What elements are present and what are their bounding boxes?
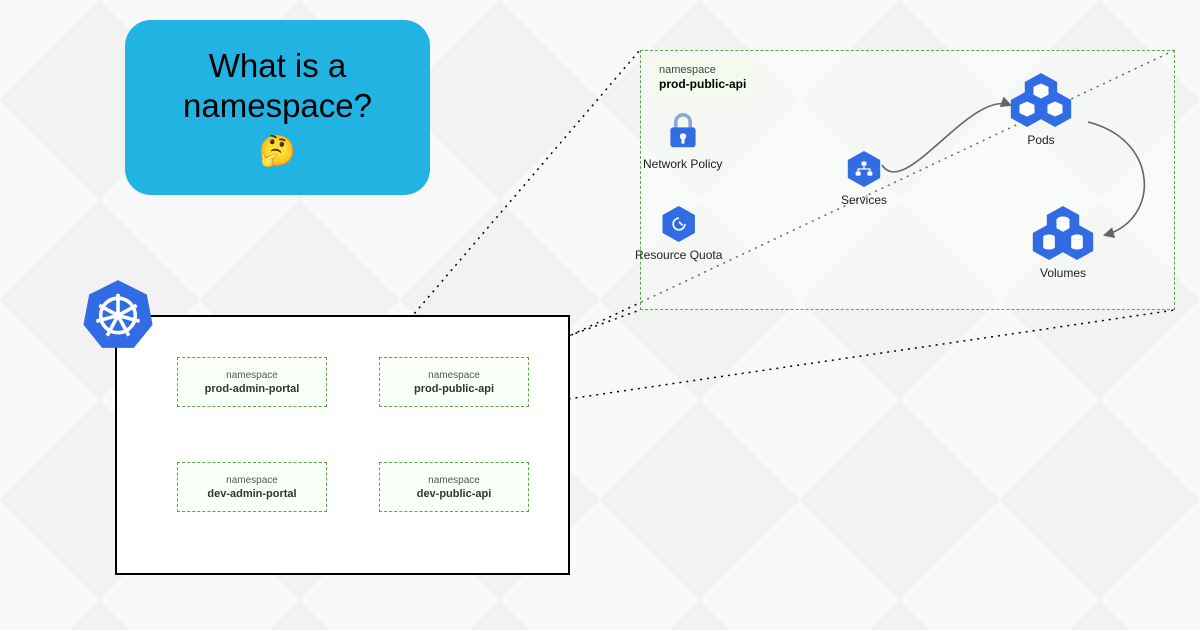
resource-network-policy: Network Policy — [643, 111, 722, 171]
title-line1: What is a — [209, 47, 347, 84]
pods-icon — [1009, 73, 1073, 127]
resource-label: Services — [841, 193, 887, 207]
namespace-detail-box: namespace prod-public-api Network Policy… — [640, 50, 1175, 310]
title-text: What is a namespace? — [183, 46, 372, 125]
thinking-emoji: 🤔 — [259, 134, 296, 169]
namespace-name: dev-public-api — [417, 488, 492, 500]
namespace-prod-admin-portal: namespace prod-admin-portal — [177, 357, 327, 407]
namespace-name: prod-public-api — [659, 77, 746, 93]
title-line2: namespace? — [183, 87, 372, 124]
namespace-label: namespace — [428, 475, 480, 486]
namespace-dev-public-api: namespace dev-public-api — [379, 462, 529, 512]
namespace-prod-public-api: namespace prod-public-api — [379, 357, 529, 407]
namespace-dev-admin-portal: namespace dev-admin-portal — [177, 462, 327, 512]
title-card: What is a namespace? 🤔 — [125, 20, 430, 195]
services-icon — [846, 151, 882, 187]
namespace-label: namespace — [659, 63, 746, 77]
resource-label: Resource Quota — [635, 248, 722, 262]
namespace-detail-title: namespace prod-public-api — [651, 59, 754, 97]
resource-label: Volumes — [1040, 266, 1086, 280]
kubernetes-cluster-box: namespace prod-admin-portal namespace pr… — [115, 315, 570, 575]
resource-quota: Resource Quota — [635, 206, 722, 262]
lock-icon — [665, 111, 701, 151]
resource-services: Services — [841, 151, 887, 207]
resource-pods: Pods — [1009, 73, 1073, 147]
resource-label: Network Policy — [643, 157, 722, 171]
namespace-label: namespace — [226, 370, 278, 381]
namespace-label: namespace — [226, 475, 278, 486]
namespace-label: namespace — [428, 370, 480, 381]
namespace-name: prod-admin-portal — [205, 383, 300, 395]
resource-volumes: Volumes — [1031, 206, 1095, 280]
volumes-icon — [1031, 206, 1095, 260]
namespace-name: prod-public-api — [414, 383, 494, 395]
namespace-name: dev-admin-portal — [207, 488, 296, 500]
gauge-icon — [661, 206, 697, 242]
resource-label: Pods — [1027, 133, 1054, 147]
kubernetes-logo-icon — [82, 278, 154, 350]
